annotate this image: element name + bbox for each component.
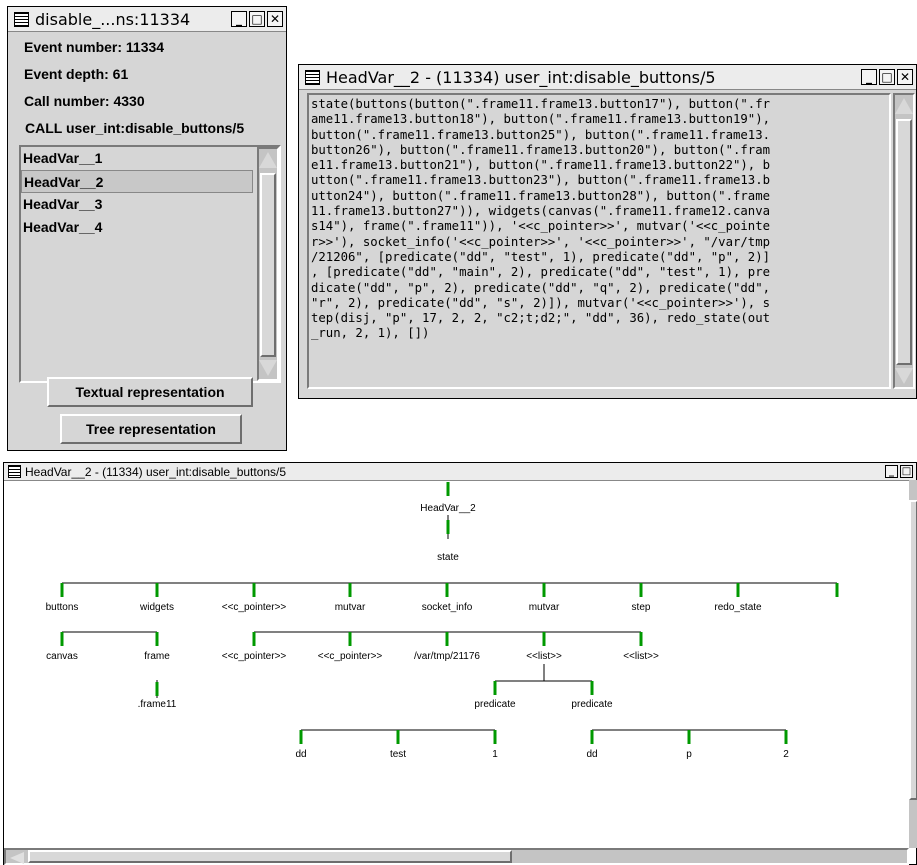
- scroll-down-arrow-icon[interactable]: [895, 368, 913, 384]
- tree-node-label[interactable]: socket_info: [422, 602, 473, 613]
- tree-node-label[interactable]: redo_state: [714, 602, 762, 613]
- tree-node-label[interactable]: <<c_pointer>>: [318, 651, 383, 662]
- text-window-title: HeadVar__2 - (11334) user_int:disable_bu…: [326, 67, 716, 87]
- term-text: state(buttons(button(".frame11.frame13.b…: [311, 97, 770, 342]
- term-text-line: ame11.frame13.button18"), button(".frame…: [311, 112, 771, 127]
- tree-node-label[interactable]: canvas: [46, 651, 78, 662]
- term-text-line: utton24"), button(".frame11.frame13.butt…: [311, 188, 771, 203]
- event-number-label: Event number: 11334: [24, 39, 165, 55]
- tree-node-label[interactable]: test: [390, 749, 406, 760]
- tree-representation-window: HeadVar__2 - (11334) user_int:disable_bu…: [3, 462, 917, 865]
- tree-node-label[interactable]: <<c_pointer>>: [222, 651, 287, 662]
- tree-horizontal-scrollbar[interactable]: [4, 848, 909, 865]
- headvar-list-item[interactable]: HeadVar__3: [21, 193, 253, 216]
- tree-node-label[interactable]: buttons: [46, 602, 79, 613]
- tree-node-label[interactable]: predicate: [571, 699, 613, 710]
- text-scrollbar[interactable]: [893, 93, 915, 389]
- scroll-down-arrow-icon[interactable]: [259, 360, 277, 376]
- tree-node-label[interactable]: <<list>>: [526, 651, 562, 662]
- maximize-icon[interactable]: □: [249, 11, 265, 27]
- tree-hscroll-thumb[interactable]: [28, 850, 512, 863]
- call-predicate-label: CALL user_int:disable_buttons/5: [25, 120, 245, 136]
- window-menu-icon[interactable]: [305, 69, 320, 85]
- term-text-line: , [predicate("dd", "main", 2), predicate…: [311, 265, 771, 280]
- headvar-list-item[interactable]: HeadVar__1: [21, 147, 253, 170]
- event-depth-label: Event depth: 61: [24, 66, 129, 82]
- term-text-line: dicate("dd", "p", 2), predicate("dd", "q…: [311, 280, 771, 295]
- tree-node-label[interactable]: frame: [144, 651, 170, 662]
- tree-window-titlebar[interactable]: HeadVar__2 - (11334) user_int:disable_bu…: [4, 463, 916, 481]
- term-text-area[interactable]: state(buttons(button(".frame11.frame13.b…: [307, 93, 891, 389]
- tree-window-title: HeadVar__2 - (11334) user_int:disable_bu…: [25, 464, 287, 479]
- term-text-line: 11.frame13.button27")), widgets(canvas("…: [311, 204, 771, 219]
- tree-node-label[interactable]: HeadVar__2: [420, 503, 476, 514]
- tree-node-label[interactable]: mutvar: [529, 602, 560, 613]
- term-text-line: s14"), frame(".frame11")), '<<c_pointer>…: [311, 219, 771, 234]
- tree-node-label[interactable]: predicate: [474, 699, 516, 710]
- maximize-icon[interactable]: □: [879, 69, 895, 85]
- tree-node-label[interactable]: state: [437, 552, 459, 563]
- term-text-line: r>>'), socket_info('<<c_pointer>>', '<<c…: [311, 234, 771, 249]
- term-text-line: "r", 2), predicate("dd", "s", 2)]), mutv…: [311, 295, 771, 310]
- trace-window-titlebar[interactable]: disable_...ns:11334 _ □ ✕: [8, 7, 286, 32]
- close-icon[interactable]: ✕: [897, 69, 913, 85]
- headvar-list-item[interactable]: HeadVar__4: [21, 216, 253, 239]
- term-text-line: tep(disj, "p", 17, 2, 2, "c2;t;d2;", "dd…: [311, 311, 771, 326]
- minimize-icon[interactable]: _: [231, 11, 247, 27]
- window-menu-icon[interactable]: [8, 465, 21, 478]
- term-text-line: e11.frame13.button21"), button(".frame11…: [311, 158, 771, 173]
- headvar-scroll-thumb[interactable]: [260, 173, 276, 357]
- trace-window-title: disable_...ns:11334: [35, 9, 191, 29]
- trace-info-window: disable_...ns:11334 _ □ ✕ Event number: …: [7, 6, 287, 451]
- tree-node-label[interactable]: p: [686, 749, 692, 760]
- tree-node-label[interactable]: dd: [586, 749, 597, 760]
- maximize-icon[interactable]: □: [900, 465, 913, 478]
- tree-node-label[interactable]: mutvar: [335, 602, 366, 613]
- window-menu-icon[interactable]: [14, 11, 29, 27]
- tree-vscroll-thumb[interactable]: [909, 500, 917, 800]
- tree-node-label[interactable]: step: [632, 602, 651, 613]
- term-text-line: utton(".frame11.frame13.button23"), butt…: [311, 173, 771, 188]
- tree-node-label[interactable]: 2: [783, 749, 789, 760]
- tree-node-label[interactable]: widgets: [139, 602, 174, 613]
- tree-node-label[interactable]: /var/tmp/21176: [414, 651, 480, 662]
- textual-representation-button[interactable]: Textual representation: [47, 377, 253, 407]
- minimize-icon[interactable]: _: [885, 465, 898, 478]
- term-text-line: button(".frame11.frame13.button25"), but…: [311, 127, 771, 142]
- text-scroll-thumb[interactable]: [896, 119, 912, 365]
- tree-node-label[interactable]: <<c_pointer>>: [222, 602, 287, 613]
- term-text-line: _run, 2, 1), []): [311, 326, 430, 341]
- tree-node-label[interactable]: 1: [492, 749, 498, 760]
- tree-canvas[interactable]: HeadVar__2state buttons widgets <<c_pointer…: [4, 480, 908, 860]
- close-icon[interactable]: ✕: [267, 11, 283, 27]
- tree-node-label[interactable]: .frame11: [138, 699, 177, 710]
- tree-node-label[interactable]: <<list>>: [623, 651, 659, 662]
- headvar-listbox: HeadVar__1 HeadVar__2 HeadVar__3 HeadVar__4: [19, 145, 281, 383]
- tree-representation-button[interactable]: Tree representation: [60, 414, 242, 444]
- term-text-line: button26"), button(".frame11.frame13.but…: [311, 142, 771, 157]
- call-number-label: Call number: 4330: [24, 93, 145, 109]
- scroll-up-arrow-icon[interactable]: [895, 98, 913, 114]
- headvar-list-scrollbar[interactable]: [257, 147, 279, 381]
- scroll-up-arrow-icon[interactable]: [259, 152, 277, 168]
- scroll-left-arrow-icon[interactable]: [10, 852, 24, 864]
- term-text-line: /21206", [predicate("dd", "test", 1), pr…: [311, 249, 771, 264]
- tree-vertical-scrollbar[interactable]: [909, 480, 917, 848]
- minimize-icon[interactable]: _: [861, 69, 877, 85]
- text-window-titlebar[interactable]: HeadVar__2 - (11334) user_int:disable_bu…: [299, 65, 916, 90]
- term-text-line: state(buttons(button(".frame11.frame13.b…: [311, 97, 771, 111]
- textual-representation-window: HeadVar__2 - (11334) user_int:disable_bu…: [298, 64, 917, 399]
- tree-node-label[interactable]: dd: [295, 749, 306, 760]
- headvar-list-item[interactable]: HeadVar__2: [21, 170, 253, 193]
